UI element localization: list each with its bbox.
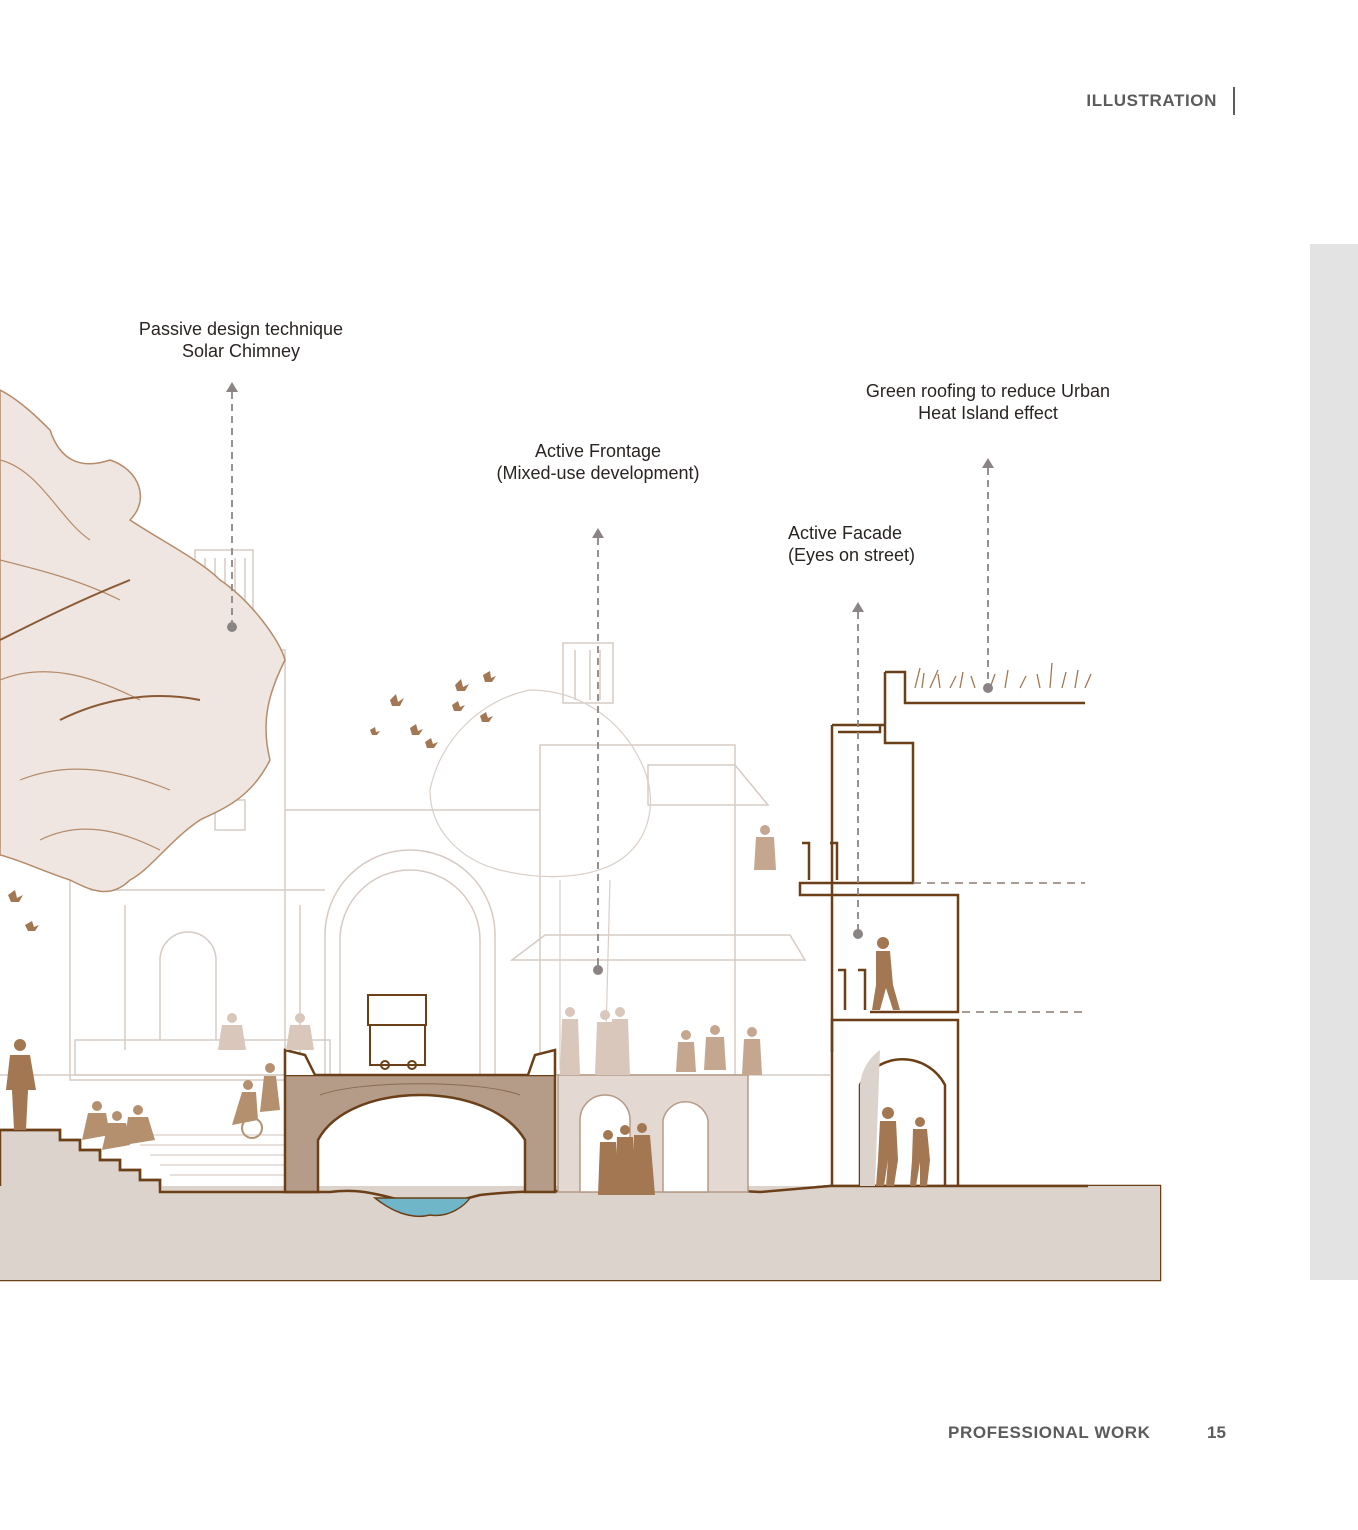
building-section bbox=[798, 670, 1085, 1186]
annotation-line: (Mixed-use development) bbox=[496, 463, 700, 483]
annotation-line: (Eyes on street) bbox=[788, 545, 916, 565]
annotation-active-frontage: Active Frontage (Mixed-use development) bbox=[470, 440, 726, 484]
arch-shadow bbox=[860, 1050, 880, 1186]
annotation-line: Solar Chimney bbox=[181, 341, 301, 361]
ground-base bbox=[0, 1186, 1160, 1280]
urban-section-illustration bbox=[0, 382, 1162, 1282]
annotation-line: Heat Island effect bbox=[918, 403, 1058, 423]
people-cafe bbox=[676, 1025, 762, 1075]
page-number: 15 bbox=[1207, 1423, 1226, 1442]
footer-section-label: PROFESSIONAL WORK bbox=[948, 1423, 1151, 1442]
tree-canopy-left bbox=[0, 389, 286, 893]
annotation-line: Passive design technique bbox=[138, 319, 344, 339]
person-far-left bbox=[6, 1039, 36, 1130]
annotation-solar-chimney: Passive design technique Solar Chimney bbox=[119, 318, 363, 362]
annotation-active-facade: Active Facade (Eyes on street) bbox=[788, 522, 948, 566]
annotation-line: Green roofing to reduce Urban bbox=[865, 381, 1111, 401]
person-middle-floor bbox=[872, 937, 900, 1010]
golf-cart bbox=[367, 994, 427, 1070]
annotation-line: Active Frontage bbox=[534, 441, 662, 461]
annotation-line: Active Facade bbox=[788, 523, 903, 543]
people-ground-arch bbox=[876, 1107, 930, 1186]
people-seated-steps bbox=[82, 1101, 155, 1150]
green-roof bbox=[914, 662, 1092, 689]
people-silhouettes bbox=[6, 825, 930, 1195]
steps bbox=[130, 1134, 285, 1176]
person-balcony bbox=[754, 825, 776, 870]
annotation-green-roofing: Green roofing to reduce Urban Heat Islan… bbox=[838, 380, 1138, 424]
floor-guide-lines bbox=[913, 882, 1085, 1013]
